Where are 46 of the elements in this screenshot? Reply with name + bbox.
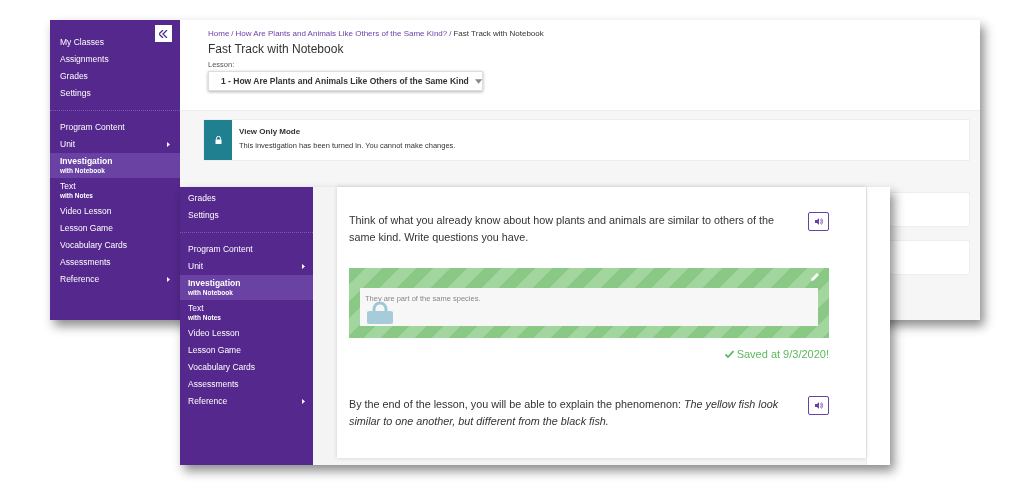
speaker-icon: [814, 402, 823, 409]
breadcrumb-link[interactable]: Home: [208, 29, 230, 38]
pencil-icon: [810, 272, 820, 282]
audio-button[interactable]: [808, 212, 829, 231]
notice-title: View Only Mode: [239, 127, 302, 136]
sidebar-item[interactable]: My Classes: [50, 34, 180, 51]
sidebar-item[interactable]: Assessments: [180, 376, 313, 393]
sidebar-item[interactable]: Vocabulary Cards: [50, 237, 180, 254]
caret-icon: [302, 264, 305, 269]
check-icon: [724, 350, 734, 358]
caret-icon: [167, 277, 170, 282]
sidebar-item[interactable]: Lesson Game: [180, 342, 313, 359]
padlock-icon: [367, 302, 393, 324]
sidebar-item[interactable]: Video Lesson: [180, 325, 313, 342]
caret-icon: [167, 142, 170, 147]
speaker-icon: [814, 218, 823, 225]
audio-button[interactable]: [808, 396, 829, 415]
sidebar-item[interactable]: Assessments: [50, 254, 180, 271]
sidebar-item[interactable]: Reference: [50, 271, 180, 288]
breadcrumb-separator: /: [231, 29, 234, 38]
sidebar-item[interactable]: Settings: [180, 207, 313, 224]
caret-icon: [302, 399, 305, 404]
prompt-text: Think of what you already know about how plants and animals are similar to others of the same kind. Write questions you have.: [349, 213, 775, 245]
sidebar-item[interactable]: Video Lesson: [50, 203, 180, 220]
lock-icon: [214, 136, 222, 144]
sidebar-item[interactable]: Settings: [50, 85, 180, 102]
lesson-dropdown[interactable]: 1 - How Are Plants and Animals Like Others of the Same Kind: [208, 71, 483, 91]
sidebar-item[interactable]: Unit: [50, 136, 180, 153]
sidebar-item[interactable]: Vocabulary Cards: [180, 359, 313, 376]
objective-text: By the end of the lesson, you will be able to explain the phenomenon: The yellow fish look similar to one another, but different from the black fish.: [349, 397, 780, 429]
breadcrumb-link[interactable]: How Are Plants and Animals Like Others of the Same Kind?: [235, 29, 448, 38]
sidebar-item[interactable]: Assignments: [50, 51, 180, 68]
page-title: Fast Track with Notebook: [208, 42, 345, 56]
sidebar-item[interactable]: Grades: [50, 68, 180, 85]
double-chevron-icon: [159, 29, 168, 38]
sidebar-item[interactable]: Lesson Game: [50, 220, 180, 237]
sidebar-item[interactable]: Reference: [180, 393, 313, 410]
sidebar-item[interactable]: Unit: [180, 258, 313, 275]
sidebar-item[interactable]: Program Content: [50, 119, 180, 136]
sidebar-item[interactable]: Program Content: [180, 241, 313, 258]
breadcrumb-separator: /: [449, 29, 452, 38]
saved-text: Saved at 9/3/2020!: [736, 348, 829, 360]
dropdown-caret-icon: [474, 78, 482, 84]
collapse-button[interactable]: [155, 25, 172, 42]
sidebar-item[interactable]: Grades: [180, 190, 313, 207]
breadcrumb-current: Fast Track with Notebook: [453, 29, 544, 38]
